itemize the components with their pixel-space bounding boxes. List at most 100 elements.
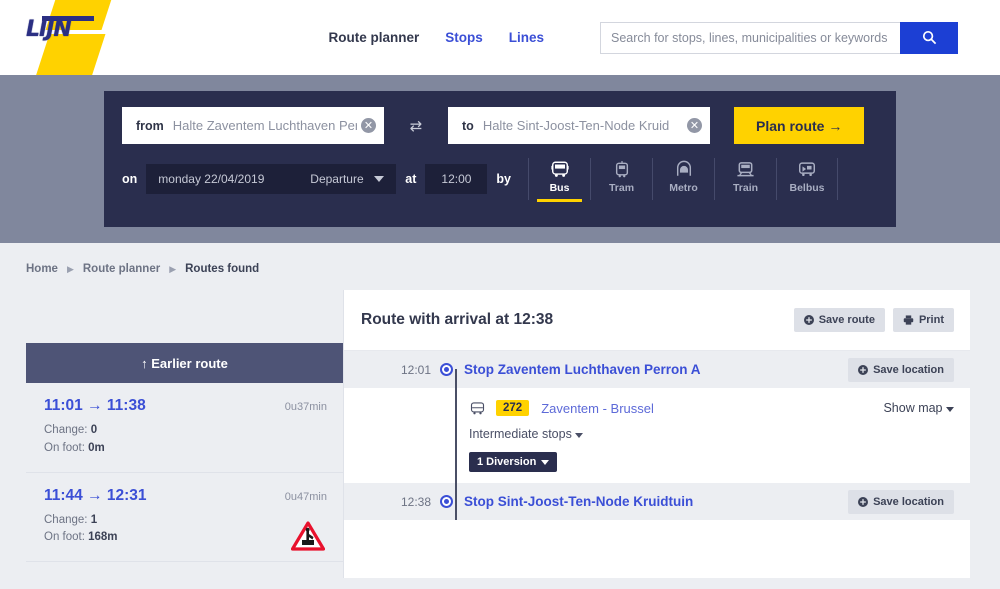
departure-stop-name[interactable]: Stop Zaventem Luchthaven Perron A — [464, 362, 701, 377]
departure-stop-row: 12:01 Stop Zaventem Luchthaven Perron A … — [344, 351, 970, 388]
show-map-toggle[interactable]: Show map — [883, 401, 954, 415]
chevron-down-icon — [541, 460, 549, 465]
line-number-badge[interactable]: 272 — [496, 400, 529, 416]
results-content: ↑ Earlier route 11:01 → 11:38 0u37min Ch… — [26, 290, 970, 578]
save-location-button-departure[interactable]: Save location — [848, 358, 954, 382]
save-location-label: Save location — [873, 364, 944, 376]
to-clear-icon[interactable]: ✕ — [687, 118, 702, 133]
print-button[interactable]: Print — [893, 308, 954, 332]
swap-locations-icon[interactable]: ⇄ — [384, 117, 448, 135]
mode-belbus-label: Belbus — [779, 182, 835, 194]
route-planner-panel: from Halte Zaventem Luchthaven Perr ✕ ⇄ … — [104, 91, 896, 227]
to-field[interactable]: to Halte Sint-Joost-Ten-Node Kruid ✕ — [448, 107, 710, 144]
mode-active-indicator — [537, 199, 582, 202]
plus-circle-icon — [804, 315, 814, 325]
nav-stops[interactable]: Stops — [445, 30, 483, 45]
time-input[interactable]: 12:00 — [425, 164, 487, 194]
intermediate-stops-toggle[interactable]: Intermediate stops — [469, 427, 954, 441]
departure-stop-marker-icon — [440, 363, 453, 376]
mode-bus[interactable]: Bus — [528, 158, 590, 200]
arrival-stop-name[interactable]: Stop Sint-Joost-Ten-Node Kruidtuin — [464, 494, 693, 509]
from-value: Halte Zaventem Luchthaven Perr — [173, 118, 357, 133]
belbus-icon — [779, 158, 835, 180]
printer-icon — [903, 315, 914, 325]
bus-icon — [469, 401, 486, 416]
from-label: from — [136, 119, 164, 133]
route-times: 11:01 → 11:38 — [44, 397, 146, 415]
direction-select[interactable]: Departure — [298, 164, 396, 194]
route-detail-header: Route with arrival at 12:38 Save route — [344, 290, 970, 351]
plus-circle-icon — [858, 497, 868, 507]
route-list-item[interactable]: 11:01 → 11:38 0u37min Change: 0 On foot:… — [26, 383, 343, 473]
route-onfoot-label: On foot: — [44, 531, 85, 543]
route-onfoot-value: 0m — [88, 442, 105, 454]
nav-route-planner[interactable]: Route planner — [328, 30, 419, 45]
route-detail-panel: Route with arrival at 12:38 Save route — [344, 290, 970, 578]
print-label: Print — [919, 314, 944, 326]
from-field[interactable]: from Halte Zaventem Luchthaven Perr ✕ — [122, 107, 384, 144]
mode-belbus[interactable]: Belbus — [776, 158, 838, 200]
route-summary: 11:44 → 12:31 0u47min — [44, 487, 327, 505]
breadcrumb-separator: ▶ — [67, 264, 74, 275]
diversion-label: 1 Diversion — [477, 456, 536, 468]
save-location-button-arrival[interactable]: Save location — [848, 490, 954, 514]
top-bar: LIJN Route planner Stops Lines — [0, 0, 1000, 75]
tram-icon — [593, 158, 650, 180]
plus-circle-icon — [858, 365, 868, 375]
line-row: 272 Zaventem - Brussel Show map — [469, 400, 954, 416]
date-input[interactable]: monday 22/04/2019 — [146, 164, 298, 194]
line-name[interactable]: Zaventem - Brussel — [541, 401, 654, 416]
route-duration: 0u47min — [285, 491, 327, 503]
route-detail-title: Route with arrival at 12:38 — [361, 311, 553, 329]
mode-metro[interactable]: Metro — [652, 158, 714, 200]
route-onfoot-value: 168m — [88, 531, 117, 543]
global-search — [600, 22, 958, 54]
route-list-item[interactable]: 11:44 → 12:31 0u47min Change: 1 On foot:… — [26, 473, 343, 563]
from-clear-icon[interactable]: ✕ — [361, 118, 376, 133]
de-lijn-logo[interactable]: LIJN — [12, 0, 112, 75]
route-times: 11:44 → 12:31 — [44, 487, 147, 505]
arrival-stop-row: 12:38 Stop Sint-Joost-Ten-Node Kruidtuin… — [344, 483, 970, 520]
route-change-value: 1 — [91, 514, 97, 526]
save-route-button[interactable]: Save route — [794, 308, 885, 332]
diversion-badge[interactable]: 1 Diversion — [469, 452, 557, 472]
chevron-down-icon — [946, 407, 954, 412]
mode-tram-label: Tram — [593, 182, 650, 194]
breadcrumb-route-planner[interactable]: Route planner — [83, 263, 160, 275]
to-label: to — [462, 119, 474, 133]
earlier-route-button[interactable]: ↑ Earlier route — [26, 343, 343, 383]
intermediate-stops-label: Intermediate stops — [469, 427, 572, 441]
save-route-label: Save route — [819, 314, 875, 326]
sidebar-spacer — [26, 290, 343, 343]
main-nav: Route planner Stops Lines — [328, 22, 1000, 54]
arrival-time: 12:38 — [344, 495, 440, 509]
on-label: on — [122, 172, 137, 186]
chevron-down-icon — [374, 176, 384, 182]
to-value: Halte Sint-Joost-Ten-Node Kruid — [483, 118, 683, 133]
planner-time-row: on monday 22/04/2019 Departure at 12:00 … — [104, 144, 896, 200]
breadcrumb: Home ▶ Route planner ▶ Routes found — [0, 243, 1000, 275]
breadcrumb-home[interactable]: Home — [26, 263, 58, 275]
transport-modes: Bus Tram — [528, 158, 838, 200]
search-input[interactable] — [600, 22, 900, 54]
mode-train[interactable]: Train — [714, 158, 776, 200]
route-meta: Change: 0 On foot: 0m — [44, 422, 327, 458]
route-change-label: Change: — [44, 424, 87, 436]
page-body: Home ▶ Route planner ▶ Routes found ↑ Ea… — [0, 243, 1000, 589]
route-leg: 12:01 Stop Zaventem Luchthaven Perron A … — [344, 351, 970, 520]
plan-route-button[interactable]: Plan route → — [734, 107, 864, 144]
nav-lines[interactable]: Lines — [509, 30, 544, 45]
direction-value: Departure — [310, 172, 363, 186]
route-summary: 11:01 → 11:38 0u37min — [44, 397, 327, 415]
departure-time: 12:01 — [344, 363, 440, 377]
arrival-stop-marker-icon — [440, 495, 453, 508]
search-button[interactable] — [900, 22, 958, 54]
leg-details: 272 Zaventem - Brussel Show map Intermed… — [344, 388, 970, 483]
bus-icon — [531, 158, 588, 180]
route-onfoot-label: On foot: — [44, 442, 85, 454]
show-map-label: Show map — [883, 401, 942, 415]
mode-tram[interactable]: Tram — [590, 158, 652, 200]
at-label: at — [405, 172, 416, 186]
route-meta: Change: 1 On foot: 168m — [44, 512, 327, 548]
route-duration: 0u37min — [285, 401, 327, 413]
